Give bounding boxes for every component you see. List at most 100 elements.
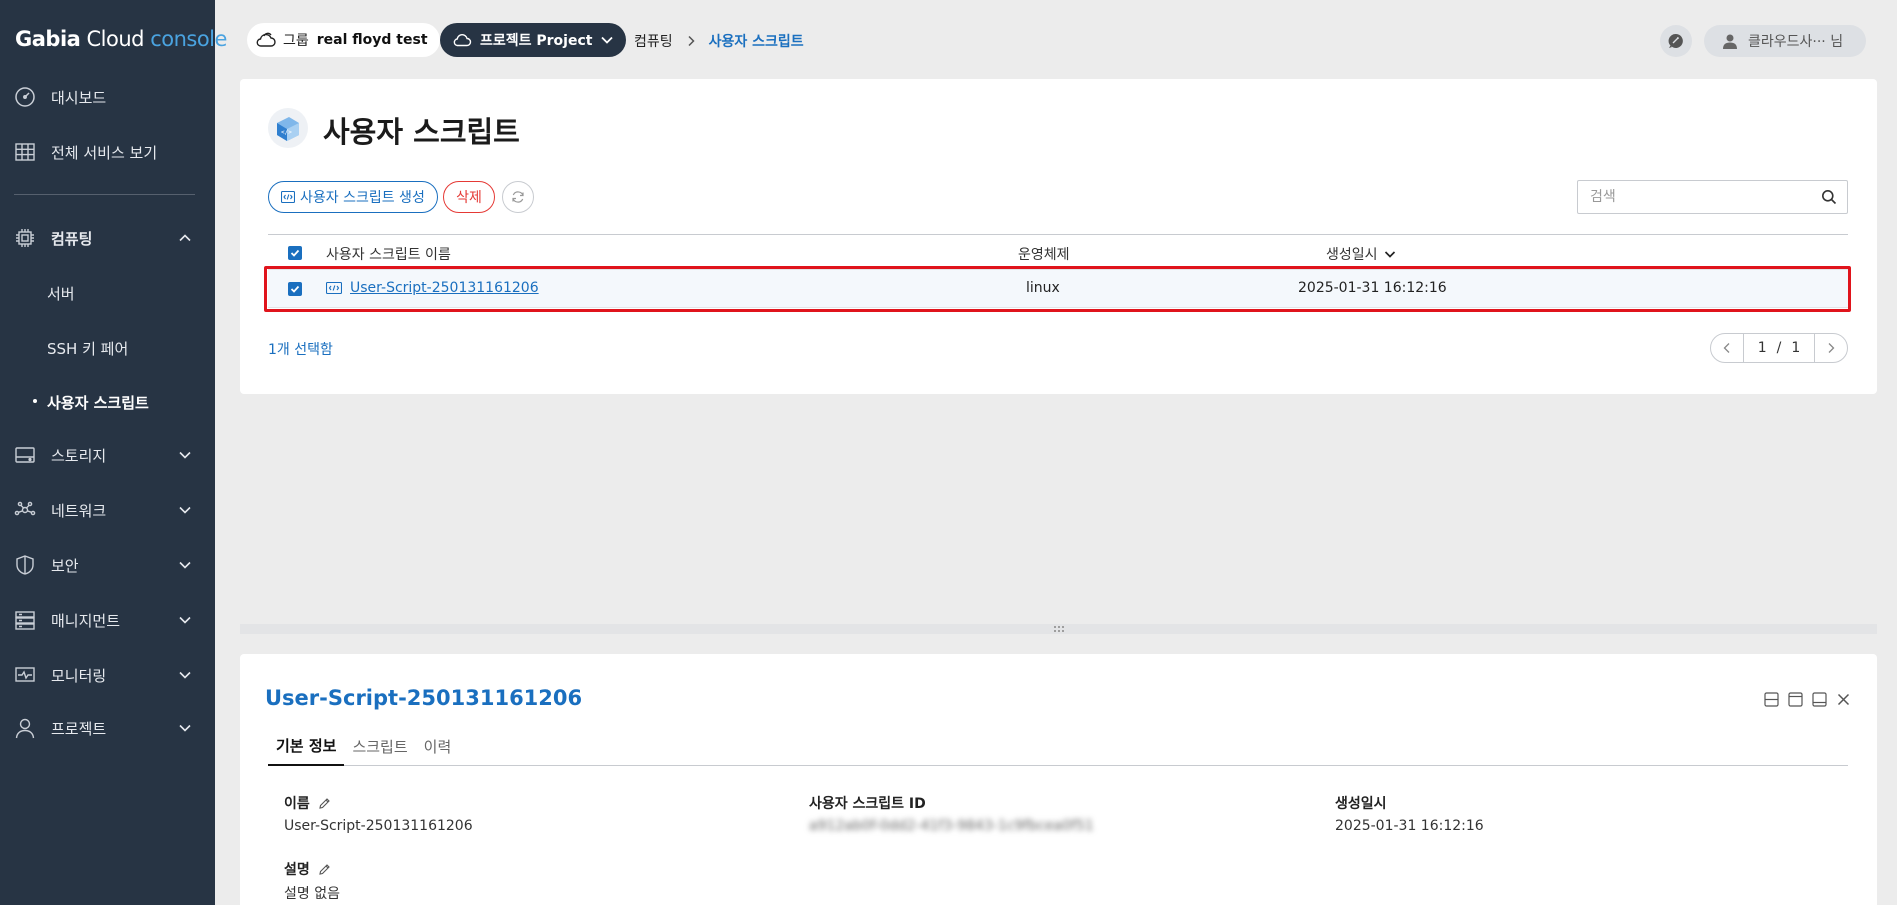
- table-row[interactable]: User-Script-250131161206 linux 2025-01-3…: [268, 270, 1848, 308]
- svg-text:</>: </>: [281, 129, 292, 136]
- sidebar-item-compute[interactable]: 컴퓨팅: [0, 218, 215, 258]
- chevron-down-icon: [173, 443, 197, 467]
- chat-icon: [1667, 32, 1685, 50]
- cloud-icon: [452, 32, 472, 48]
- group-name: real floyd test: [316, 32, 428, 48]
- sidebar-item-label: 컴퓨팅: [51, 229, 93, 248]
- column-header-created[interactable]: 생성일시: [1326, 244, 1396, 264]
- sidebar-item-label: 프로젝트: [51, 719, 107, 738]
- cloud-group-icon: [255, 31, 277, 49]
- field-id-label: 사용자 스크립트 ID: [809, 796, 926, 812]
- grid-icon: [13, 140, 37, 164]
- project-name: 프로젝트 Project: [480, 33, 593, 49]
- sidebar-item-label: 스토리지: [51, 446, 107, 465]
- column-header-os: 운영체제: [1018, 247, 1070, 263]
- user-script-name-link[interactable]: User-Script-250131161206: [350, 280, 539, 296]
- select-all-checkbox[interactable]: [288, 246, 302, 260]
- prev-page-button[interactable]: [1711, 334, 1743, 362]
- user-menu[interactable]: 클라우드사··· 님: [1704, 25, 1866, 57]
- table-header: 사용자 스크립트 이름 운영체제 생성일시: [268, 234, 1848, 270]
- sort-desc-icon: [1384, 248, 1396, 260]
- search-icon[interactable]: [1821, 189, 1837, 205]
- sidebar-item-all-services[interactable]: 전체 서비스 보기: [0, 132, 215, 172]
- sidebar-divider: [14, 194, 195, 195]
- chevron-down-icon: [173, 716, 197, 740]
- page-separator: /: [1776, 340, 1782, 356]
- current-page: 1: [1757, 340, 1767, 356]
- sidebar-item-ssh-keypair[interactable]: SSH 키 페어: [47, 338, 128, 359]
- sidebar: Gabia Cloud console 대시보드 전체 서비스 보기 컴퓨팅 서…: [0, 0, 227, 905]
- chat-button[interactable]: [1660, 25, 1692, 57]
- close-icon[interactable]: [1834, 690, 1852, 708]
- chevron-down-icon: [173, 553, 197, 577]
- sidebar-item-label: 네트워크: [51, 501, 107, 520]
- page-title: 사용자 스크립트: [323, 115, 520, 149]
- split-horizontal-icon[interactable]: [1762, 690, 1780, 708]
- sidebar-item-server[interactable]: 서버: [47, 283, 75, 304]
- total-pages: 1: [1791, 340, 1801, 356]
- minimize-panel-icon[interactable]: [1810, 690, 1828, 708]
- delete-button[interactable]: 삭제: [443, 181, 495, 213]
- sidebar-item-user-script[interactable]: 사용자 스크립트: [47, 392, 149, 413]
- pencil-icon[interactable]: [318, 797, 331, 810]
- drag-handle-icon: [1053, 625, 1065, 633]
- sidebar-item-project[interactable]: 프로젝트: [0, 708, 215, 748]
- next-page-button[interactable]: [1815, 334, 1847, 362]
- sidebar-item-monitoring[interactable]: 모니터링: [0, 655, 215, 695]
- detail-panel: User-Script-250131161206 기본 정보 스크립트 이력 이…: [240, 654, 1877, 905]
- sidebar-item-management[interactable]: 매니지먼트: [0, 600, 215, 640]
- refresh-button[interactable]: [502, 181, 534, 213]
- chevron-up-icon: [173, 226, 197, 250]
- field-name-label-text: 이름: [284, 796, 310, 812]
- chevron-down-icon: [173, 498, 197, 522]
- row-checkbox[interactable]: [288, 282, 302, 296]
- dashboard-gauge-icon: [13, 85, 37, 109]
- chevron-down-icon: [173, 663, 197, 687]
- user-name: 클라우드사··· 님: [1748, 34, 1844, 50]
- search-input[interactable]: [1578, 181, 1808, 213]
- storage-icon: [13, 443, 37, 467]
- create-user-script-button[interactable]: 사용자 스크립트 생성: [268, 181, 438, 213]
- group-selector[interactable]: 그룹 real floyd test: [247, 23, 440, 57]
- maximize-panel-icon[interactable]: [1786, 690, 1804, 708]
- tab-history[interactable]: 이력: [416, 726, 460, 766]
- pencil-icon[interactable]: [318, 863, 331, 876]
- group-key: 그룹: [283, 33, 309, 49]
- column-header-name: 사용자 스크립트 이름: [326, 247, 451, 263]
- sidebar-item-storage[interactable]: 스토리지: [0, 435, 215, 475]
- monitoring-icon: [13, 663, 37, 687]
- network-icon: [13, 498, 37, 522]
- sidebar-item-security[interactable]: 보안: [0, 545, 215, 585]
- sidebar-item-network[interactable]: 네트워크: [0, 490, 215, 530]
- chevron-down-icon: [600, 33, 614, 47]
- sidebar-item-label: 전체 서비스 보기: [51, 143, 158, 162]
- active-indicator-dot: [33, 399, 37, 403]
- sidebar-item-dashboard[interactable]: 대시보드: [0, 77, 215, 117]
- user-script-list-panel: </> 사용자 스크립트 사용자 스크립트 생성 삭제 사용자 스크립트 이름 …: [240, 79, 1877, 394]
- row-name-cell: User-Script-250131161206: [326, 280, 539, 296]
- sidebar-item-label: 모니터링: [51, 666, 107, 685]
- panel-controls: [1762, 690, 1852, 708]
- brand-logo[interactable]: Gabia Cloud console: [15, 27, 227, 51]
- selected-count: 1개 선택함: [268, 342, 333, 358]
- create-button-label: 사용자 스크립트 생성: [300, 190, 425, 206]
- project-selector[interactable]: 프로젝트 Project: [440, 23, 627, 57]
- breadcrumb-parent[interactable]: 컴퓨팅: [634, 31, 673, 51]
- field-description-label-text: 설명: [284, 862, 310, 878]
- chevron-down-icon: [173, 608, 197, 632]
- pagination: 1 / 1: [1710, 333, 1848, 363]
- user-avatar-icon: [1722, 33, 1738, 49]
- person-icon: [13, 716, 37, 740]
- column-header-created-label: 생성일시: [1326, 247, 1378, 263]
- code-file-icon: [281, 191, 295, 203]
- tab-script[interactable]: 스크립트: [344, 726, 415, 766]
- detail-tabs: 기본 정보 스크립트 이력: [268, 726, 1848, 766]
- sidebar-item-label: 보안: [51, 556, 79, 575]
- sidebar-item-label: 매니지먼트: [51, 611, 121, 630]
- row-created-cell: 2025-01-31 16:12:16: [1298, 280, 1447, 296]
- page-indicator: 1 / 1: [1743, 334, 1815, 362]
- shield-icon: [13, 553, 37, 577]
- field-created-label: 생성일시: [1335, 796, 1387, 812]
- panel-resize-handle[interactable]: [240, 624, 1877, 634]
- tab-basic-info[interactable]: 기본 정보: [268, 726, 345, 766]
